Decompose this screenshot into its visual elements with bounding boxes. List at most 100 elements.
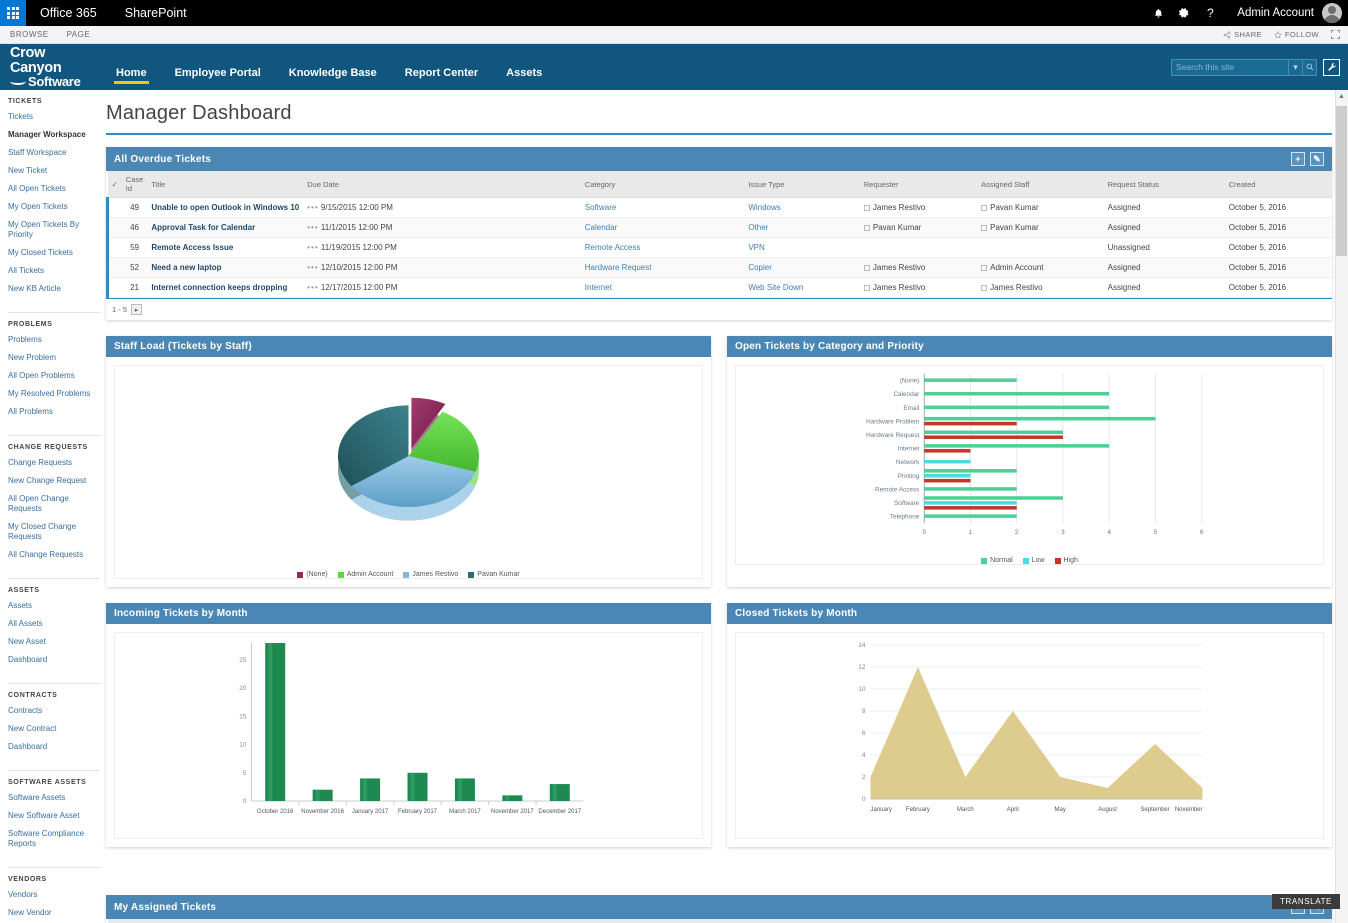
cell-link[interactable]: VPN (748, 243, 764, 252)
sidebar-item-my-closed-tickets[interactable]: My Closed Tickets (8, 248, 100, 258)
bar-software-normal[interactable] (924, 496, 1063, 500)
help-icon[interactable]: ? (1197, 0, 1223, 26)
sidebar-item-manager-workspace[interactable]: Manager Workspace (8, 130, 100, 140)
cell-issue[interactable]: VPN (744, 237, 860, 258)
cell-category[interactable]: Hardware Request (580, 257, 745, 278)
column-header-created[interactable]: Created (1191, 919, 1332, 923)
bar-hardware-problem-high[interactable] (924, 421, 1017, 426)
sidebar-item-all-tickets[interactable]: All Tickets (8, 266, 100, 276)
cell-issue[interactable]: Copier (744, 257, 860, 278)
sidebar-item-software-assets[interactable]: Software Assets (8, 793, 100, 803)
search-icon[interactable] (1303, 58, 1317, 76)
cell-category[interactable]: Software (580, 197, 745, 218)
cell-link[interactable]: Unable to open Outlook in Windows 10 (151, 203, 299, 212)
column-header-requester[interactable]: Requester (1085, 919, 1192, 923)
sidebar-item-my-closed-change-requests[interactable]: My Closed Change Requests (8, 522, 100, 542)
bar-software-high[interactable] (924, 506, 1017, 510)
bar-printing-low[interactable] (924, 473, 971, 478)
table-row[interactable]: 52 Need a new laptop ••• 12/10/2015 12:00 … (107, 257, 1332, 278)
sharepoint-link[interactable]: SharePoint (111, 0, 201, 26)
sidebar-item-staff-workspace[interactable]: Staff Workspace (8, 148, 100, 158)
cell-title[interactable]: Remote Access Issue (147, 237, 304, 258)
ribbon-tab-page[interactable]: PAGE (57, 30, 99, 39)
bar-internet-normal[interactable] (924, 444, 1110, 448)
column-header-category[interactable]: Category (580, 171, 745, 198)
sidebar-item-new-asset[interactable]: New Asset (8, 637, 100, 647)
translate-tab[interactable]: TRANSLATE (1272, 894, 1340, 909)
sidebar-item-new-ticket[interactable]: New Ticket (8, 166, 100, 176)
sidebar-item-change-requests[interactable]: Change Requests (8, 458, 100, 468)
column-header-case-id[interactable]: Case Id (121, 919, 148, 923)
cell-title[interactable]: Approval Task for Calendar (147, 217, 304, 238)
sidebar-item-new-change-request[interactable]: New Change Request (8, 476, 100, 486)
sidebar-item-all-change-requests[interactable]: All Change Requests (8, 550, 100, 560)
cell-title[interactable]: Need a new laptop (147, 257, 304, 278)
cell-link[interactable]: Copier (748, 263, 772, 272)
cell-link[interactable]: Windows (748, 203, 780, 212)
site-logo[interactable]: Crow Canyon Software (0, 46, 90, 88)
ellipsis-icon[interactable]: ••• (307, 223, 318, 232)
select-all-column[interactable]: ✓ (107, 171, 122, 198)
cell-link[interactable]: Approval Task for Calendar (151, 223, 255, 232)
cell-link[interactable]: Calendar (585, 223, 617, 232)
sidebar-item-new-vendor[interactable]: New Vendor (8, 908, 100, 918)
sidebar-item-all-open-problems[interactable]: All Open Problems (8, 371, 100, 381)
select-all-column[interactable]: ✓ (107, 919, 122, 923)
cell-issue[interactable]: Windows (744, 197, 860, 218)
sidebar-item-problems[interactable]: Problems (8, 335, 100, 345)
bar-printing-high[interactable] (924, 478, 971, 483)
column-header-assigned-staff[interactable]: Assigned Staff (977, 171, 1104, 198)
edit-webpart-button[interactable]: ✎ (1310, 152, 1324, 166)
column-november-2016[interactable] (312, 789, 333, 801)
search-input[interactable] (1171, 58, 1289, 76)
bar-remote-access-normal[interactable] (924, 487, 1017, 491)
ribbon-tab-browse[interactable]: BROWSE (0, 30, 57, 39)
cell-category[interactable]: Calendar (580, 217, 745, 238)
ellipsis-icon[interactable]: ••• (307, 263, 318, 272)
topnav-item-knowledge-base[interactable]: Knowledge Base (275, 67, 391, 90)
sidebar-item-all-open-change-requests[interactable]: All Open Change Requests (8, 494, 100, 514)
sidebar-item-my-open-tickets[interactable]: My Open Tickets (8, 202, 100, 212)
sidebar-item-contracts[interactable]: Contracts (8, 706, 100, 716)
cell-link[interactable]: Internet connection keeps dropping (151, 283, 287, 292)
table-row[interactable]: 49 Unable to open Outlook in Windows 10 ••… (107, 197, 1332, 218)
sidebar-item-all-open-tickets[interactable]: All Open Tickets (8, 184, 100, 194)
column-header-priority[interactable]: Priority (943, 919, 1086, 923)
sidebar-item-software-compliance-reports[interactable]: Software Compliance Reports (8, 829, 100, 849)
sidebar-item-vendors[interactable]: Vendors (8, 890, 100, 900)
bar-printing-normal[interactable] (924, 469, 1017, 473)
cell-link[interactable]: Remote Access Issue (151, 243, 233, 252)
add-item-button[interactable]: + (1291, 152, 1305, 166)
sidebar-item-new-software-asset[interactable]: New Software Asset (8, 811, 100, 821)
column-january-2017[interactable] (360, 778, 381, 801)
office365-link[interactable]: Office 365 (26, 0, 111, 26)
sidebar-item-new-kb-article[interactable]: New KB Article (8, 284, 100, 294)
column-header-issue-type[interactable]: Issue Type (771, 919, 944, 923)
pager-next-button[interactable]: ▸ (131, 304, 143, 315)
sidebar-item-dashboard[interactable]: Dashboard (8, 655, 100, 665)
topnav-item-employee-portal[interactable]: Employee Portal (161, 67, 275, 90)
ellipsis-icon[interactable]: ••• (307, 203, 318, 212)
follow-button[interactable]: FOLLOW (1274, 30, 1319, 39)
bar-hardware-problem-normal[interactable] (924, 416, 1156, 421)
scroll-up-arrow[interactable]: ▲ (1336, 90, 1347, 103)
bar--none--normal[interactable] (924, 378, 1017, 382)
bar-software-low[interactable] (924, 501, 1017, 505)
column-header-created[interactable]: Created (1224, 171, 1332, 198)
column-header-due-date[interactable]: Due Date (303, 171, 581, 198)
cell-category[interactable]: Internet (580, 277, 745, 298)
table-row[interactable]: 59 Remote Access Issue ••• 11/19/2015 12:0… (107, 237, 1332, 258)
cell-title[interactable]: Internet connection keeps dropping (147, 277, 304, 298)
settings-gear-icon[interactable] (1171, 0, 1197, 26)
settings-wrench-icon[interactable] (1323, 58, 1340, 76)
cell-issue[interactable]: Other (744, 217, 860, 238)
column-header-case-id[interactable]: Case Id (121, 171, 148, 198)
sidebar-item-all-assets[interactable]: All Assets (8, 619, 100, 629)
app-launcher-icon[interactable] (0, 0, 26, 26)
sidebar-item-tickets[interactable]: Tickets (8, 112, 100, 122)
share-button[interactable]: SHARE (1223, 30, 1262, 39)
cell-title[interactable]: Unable to open Outlook in Windows 10 (147, 197, 304, 218)
cell-link[interactable]: Web Site Down (748, 283, 803, 292)
sidebar-item-assets[interactable]: Assets (8, 601, 100, 611)
sidebar-item-dashboard[interactable]: Dashboard (8, 742, 100, 752)
